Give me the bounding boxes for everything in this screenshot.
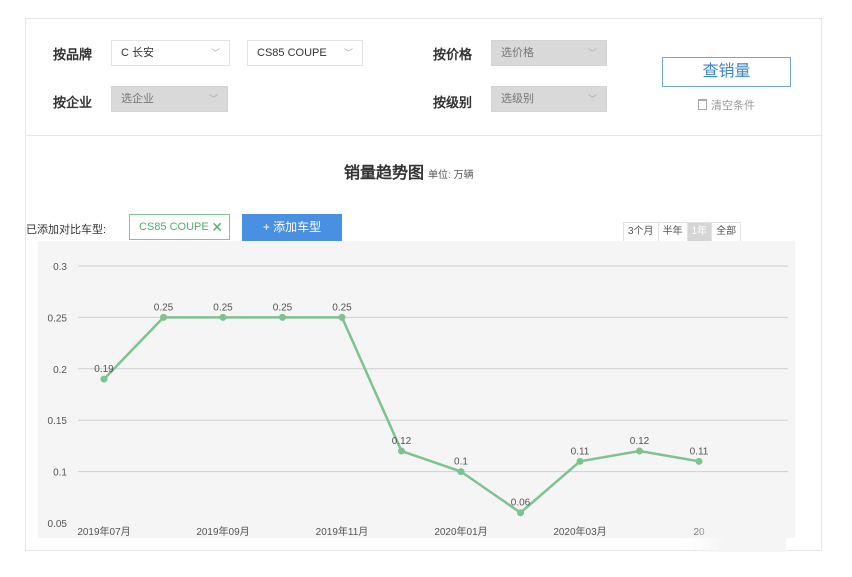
brand-value: C 长安 — [121, 47, 154, 59]
clear-conditions-link[interactable]: 清空条件 — [698, 97, 755, 113]
data-label: 0.1 — [454, 457, 468, 468]
data-point — [576, 457, 584, 465]
y-tick-label: 0.1 — [53, 468, 67, 479]
data-point — [279, 313, 286, 321]
chevron-down-icon: ﹀ — [343, 48, 353, 58]
sales-panel: 按品牌 C 长安 ﹀ CS85 COUPE ﹀ 按价格 选价格 ﹀ 按企业 选企… — [25, 18, 823, 552]
data-point — [219, 313, 227, 321]
chart-svg: 0.05 0.1 0.15 0.2 0.25 0.3 2019年07月 2019年09月 201… — [48, 262, 788, 538]
series-line — [103, 316, 700, 514]
data-point — [517, 509, 524, 517]
level-select[interactable]: 选级别 ﹀ — [491, 86, 607, 112]
price-placeholder: 选价格 — [501, 47, 534, 59]
price-label: 按价格 — [433, 47, 473, 62]
x-tick-label: 2020年01月 — [434, 525, 487, 538]
y-tick-label: 0.25 — [48, 313, 68, 324]
range-option[interactable]: 全部 — [712, 223, 740, 241]
compare-model-name: CS85 COUPE — [139, 221, 209, 233]
model-value: CS85 COUPE — [257, 47, 327, 59]
data-label: 0.06 — [511, 498, 531, 509]
data-label: 0.25 — [213, 302, 233, 313]
x-tick-label: 2019年11月 — [316, 525, 369, 538]
data-point — [100, 375, 108, 383]
data-label: 0.25 — [332, 302, 352, 313]
y-tick-label: 0.3 — [53, 262, 67, 273]
data-label: 0.11 — [690, 446, 709, 457]
data-point — [398, 447, 405, 455]
x-tick-label: 2019年09月 — [196, 525, 249, 538]
scroll-fade — [686, 524, 786, 552]
chevron-down-icon: ﹀ — [210, 48, 220, 58]
data-label: 0.12 — [630, 436, 650, 447]
data-point — [160, 313, 167, 321]
query-sales-button[interactable]: 查销量 — [662, 57, 791, 87]
data-point — [695, 457, 703, 465]
close-icon[interactable]: ✕ — [211, 215, 223, 239]
y-tick-label: 0.15 — [48, 416, 68, 427]
add-model-button[interactable]: + 添加车型 — [242, 214, 342, 241]
data-point — [636, 447, 643, 455]
data-label: 0.12 — [392, 436, 412, 447]
filter-bar: 按品牌 C 长安 ﹀ CS85 COUPE ﹀ 按价格 选价格 ﹀ 按企业 选企… — [26, 19, 823, 136]
data-label: 0.25 — [273, 302, 293, 313]
range-option[interactable]: 3个月 — [624, 223, 659, 241]
range-option[interactable]: 半年 — [659, 223, 688, 241]
company-select[interactable]: 选企业 ﹀ — [111, 86, 228, 112]
company-label: 按企业 — [53, 95, 93, 110]
clear-label: 清空条件 — [711, 100, 755, 112]
chevron-down-icon: ﹀ — [587, 48, 597, 58]
level-label: 按级别 — [433, 95, 473, 110]
trash-icon — [698, 99, 707, 110]
chart-title: 销量趋势图 单位: 万辆 — [344, 159, 474, 183]
range-selector: 3个月 半年 1年 全部 — [623, 222, 742, 242]
y-tick-label: 0.2 — [53, 365, 67, 376]
price-select[interactable]: 选价格 ﹀ — [491, 40, 607, 66]
x-tick-label: 2019年07月 — [77, 525, 130, 538]
data-label: 0.11 — [571, 446, 590, 457]
compare-model-tag: CS85 COUPE ✕ — [129, 214, 230, 240]
company-placeholder: 选企业 — [121, 93, 154, 105]
brand-label: 按品牌 — [53, 47, 93, 62]
sales-trend-chart: 0.05 0.1 0.15 0.2 0.25 0.3 2019年07月 2019年09月 201… — [38, 241, 795, 538]
y-tick-label: 0.05 — [48, 519, 68, 530]
compare-label: 已添加对比车型: — [26, 224, 107, 236]
chevron-down-icon: ﹀ — [587, 94, 597, 104]
data-label: 0.19 — [94, 364, 114, 375]
data-point — [338, 313, 346, 321]
data-point — [457, 468, 465, 476]
range-option[interactable]: 1年 — [687, 223, 713, 241]
data-label: 0.25 — [154, 302, 174, 313]
model-select[interactable]: CS85 COUPE ﹀ — [247, 40, 363, 66]
level-placeholder: 选级别 — [501, 93, 534, 105]
chart-title-text: 销量趋势图 — [344, 165, 425, 182]
chart-unit: 单位: 万辆 — [428, 170, 474, 181]
brand-select[interactable]: C 长安 ﹀ — [111, 40, 230, 66]
chevron-down-icon: ﹀ — [208, 94, 218, 104]
x-tick-label: 2020年03月 — [553, 525, 606, 538]
